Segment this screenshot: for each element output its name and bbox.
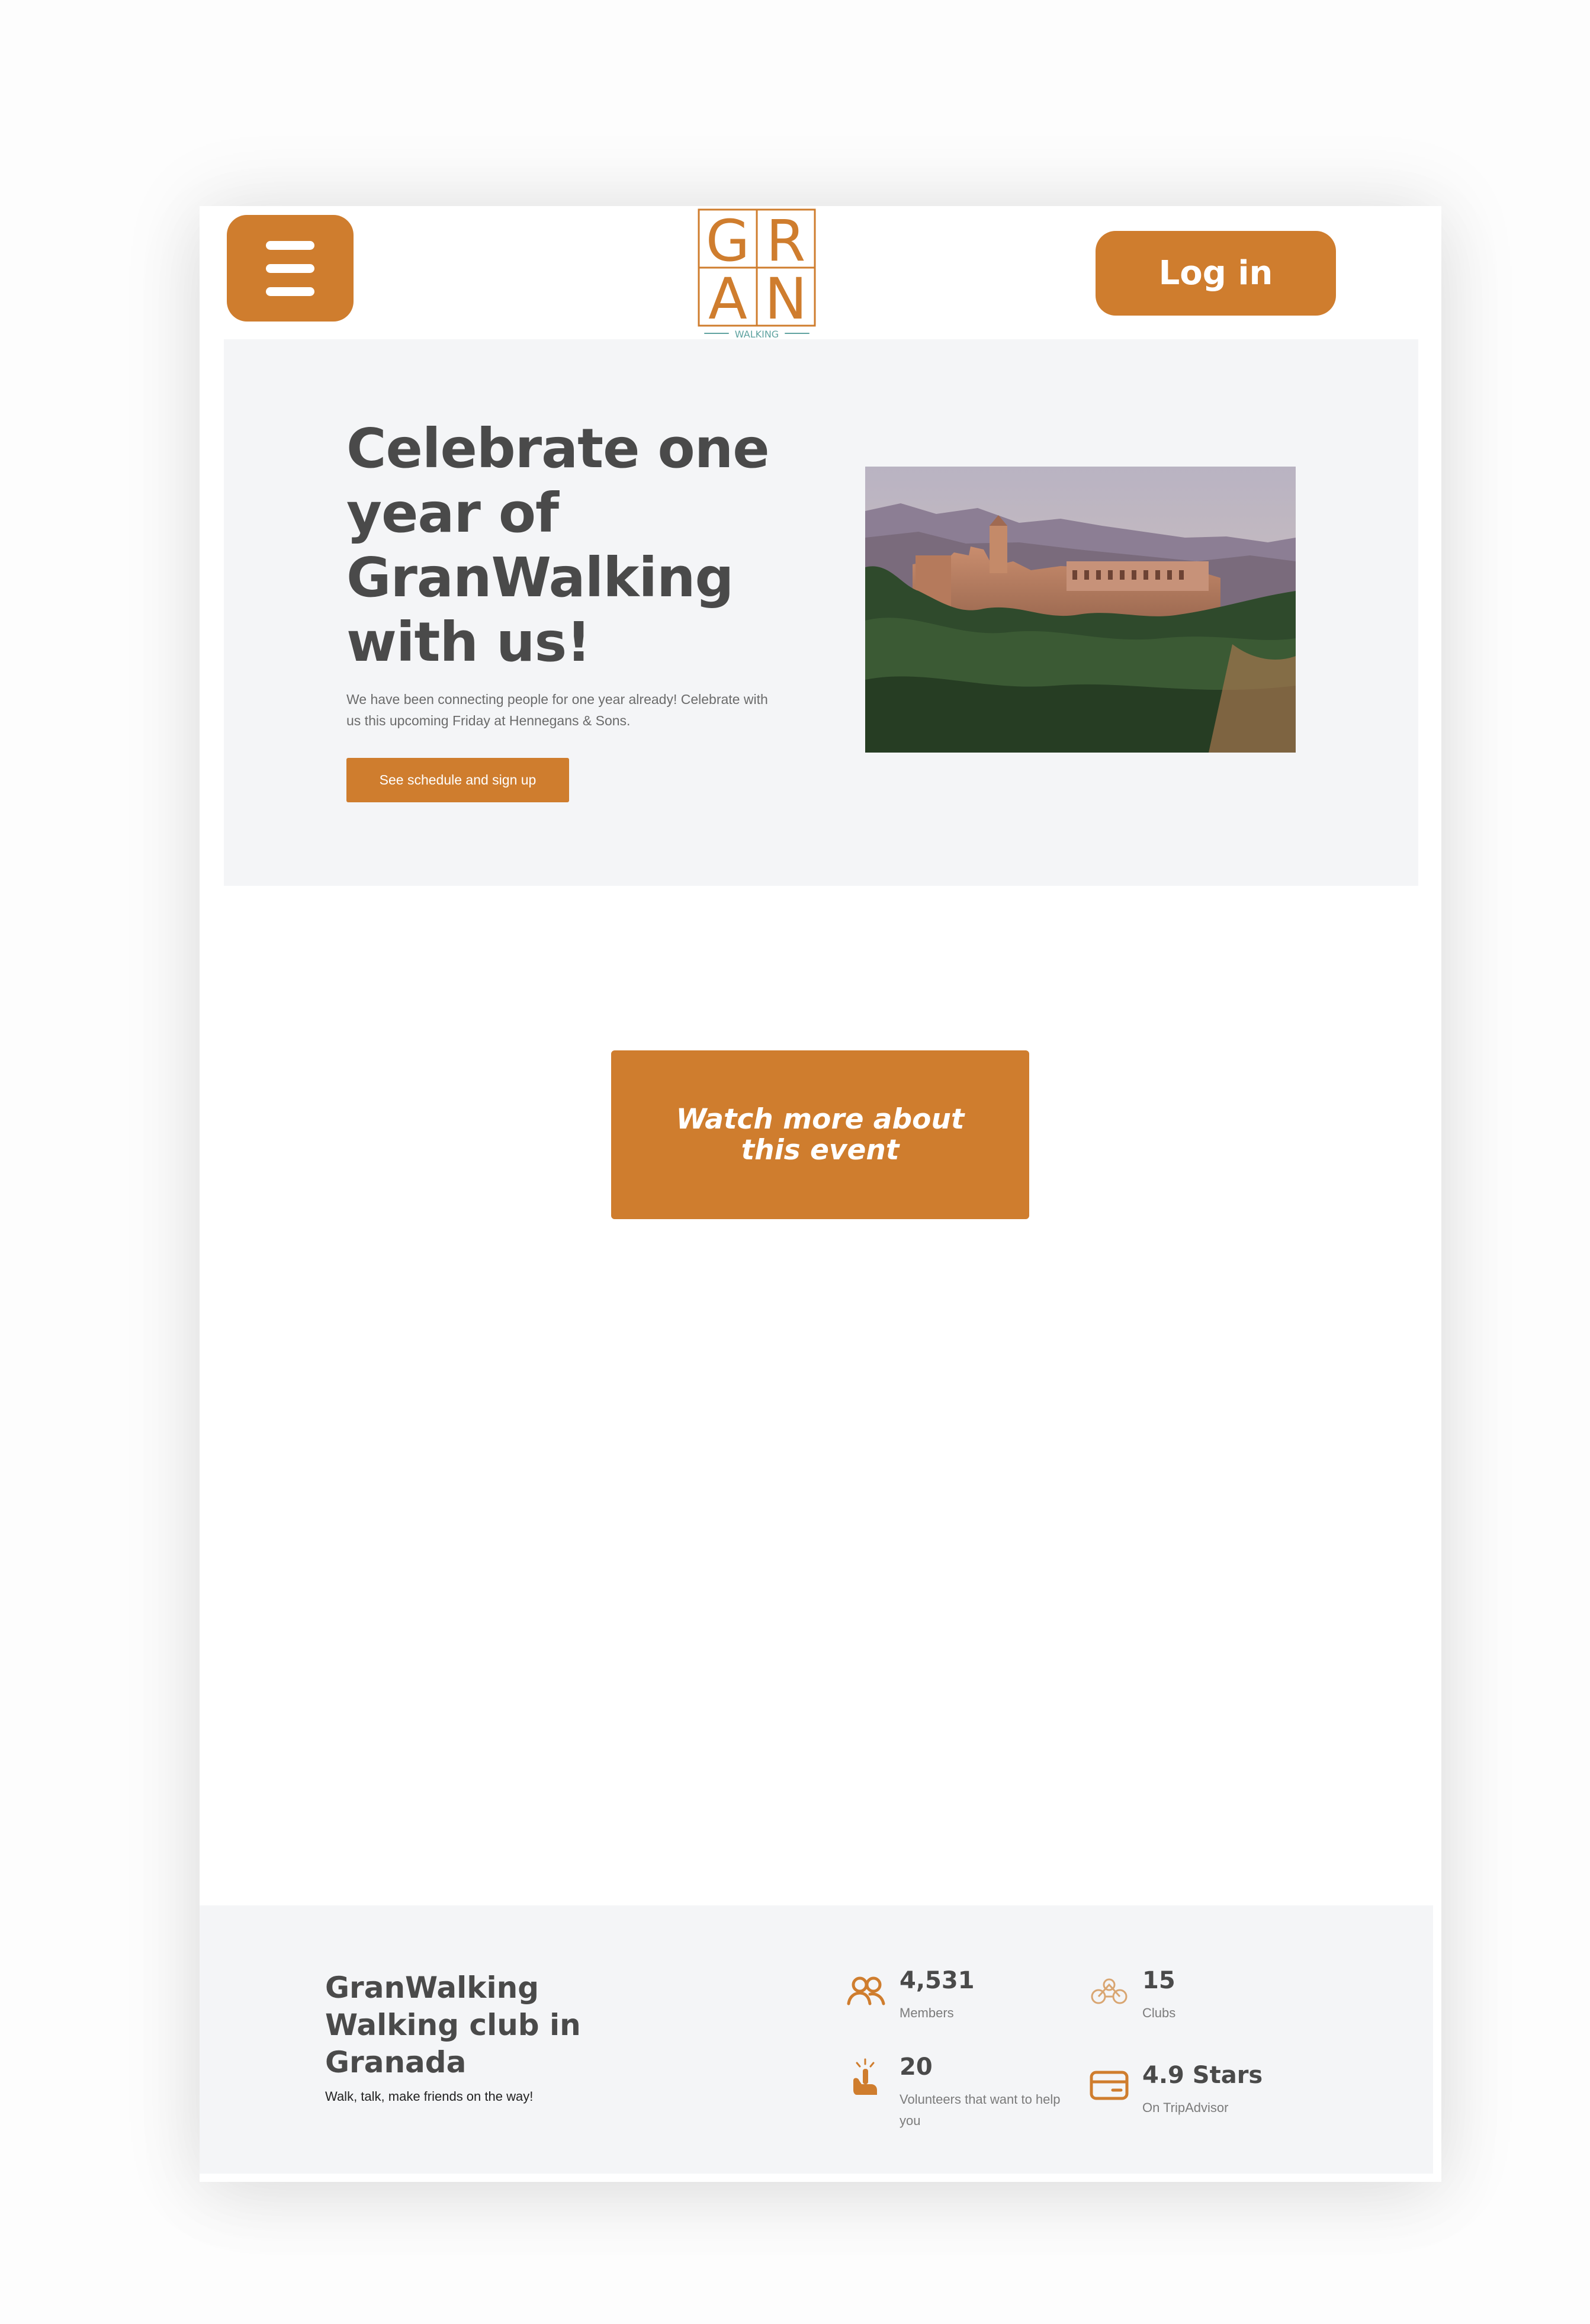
stat-value: 4.9 Stars [1142, 2062, 1263, 2089]
hero-title: Celebrate one year of GranWalking with u… [346, 417, 770, 674]
footer-title: GranWalking Walking club in Granada [325, 1971, 581, 2079]
footer-stats-section: GranWalking Walking club in Granada Walk… [200, 1905, 1433, 2174]
raised-hand-icon [853, 2058, 877, 2095]
logo-letter-n: N [765, 266, 807, 332]
footer-subtitle: Walk, talk, make friends on the way! [325, 2089, 534, 2104]
logo-letter-r: R [766, 208, 806, 274]
hero-image [865, 467, 1296, 753]
bicycle-icon [1091, 1978, 1128, 2004]
logo-letter-a: A [708, 266, 747, 332]
stat-label: Volunteers that want to help you [900, 2092, 1061, 2128]
users-icon [847, 1976, 885, 2005]
hero-description: We have been connecting people for one y… [346, 692, 768, 728]
hero-section: Celebrate one year of GranWalking with u… [224, 339, 1418, 886]
stat-value: 4,531 [900, 1967, 975, 1994]
stat-value: 15 [1142, 1967, 1175, 1994]
login-button[interactable]: Log in [1096, 231, 1336, 316]
hamburger-icon-line [266, 287, 314, 296]
card-icon [1090, 2071, 1129, 2100]
watch-more-button[interactable]: Watch more about this event [611, 1050, 1029, 1219]
hamburger-icon [266, 240, 314, 250]
logo-letter-g: G [706, 208, 750, 274]
menu-button[interactable] [227, 215, 354, 322]
stat-label: On TripAdvisor [1142, 2100, 1229, 2115]
logo[interactable]: G R A N WALKING [698, 208, 816, 342]
hamburger-icon-line [266, 263, 314, 273]
stat-label: Members [900, 2005, 954, 2020]
stat-value: 20 [900, 2053, 933, 2081]
logo-tagline: WALKING [735, 329, 779, 340]
see-schedule-button[interactable]: See schedule and sign up [346, 758, 569, 802]
stat-label: Clubs [1142, 2005, 1176, 2020]
